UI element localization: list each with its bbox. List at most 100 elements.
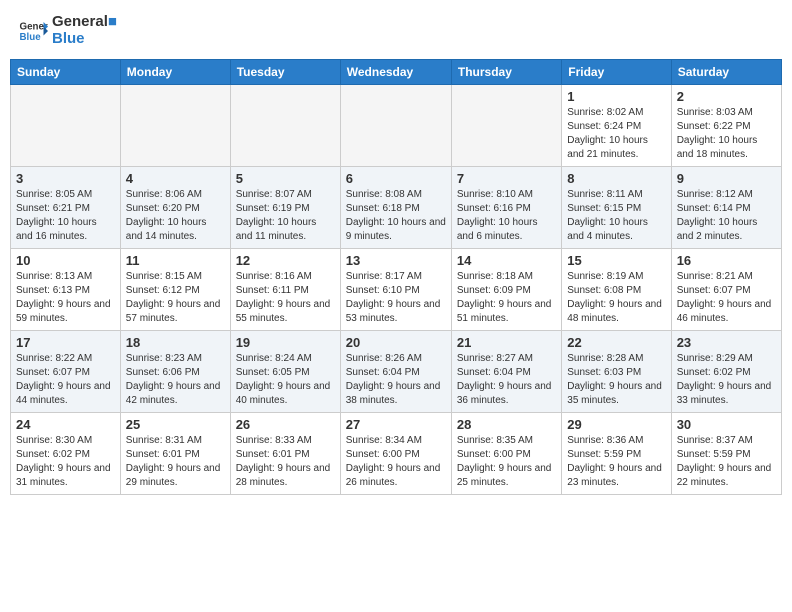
calendar-week-row: 17 Sunrise: 8:22 AMSunset: 6:07 PMDayligh… [11,331,782,413]
day-number: 11 [126,253,225,268]
day-info: Sunrise: 8:13 AMSunset: 6:13 PMDaylight:… [16,270,115,326]
calendar-cell: 30 Sunrise: 8:37 AMSunset: 5:59 PMDayligh… [671,413,781,495]
calendar-cell: 11 Sunrise: 8:15 AMSunset: 6:12 PMDayligh… [120,249,230,331]
day-number: 30 [677,417,776,432]
calendar-cell: 6 Sunrise: 8:08 AMSunset: 6:18 PMDaylight… [340,167,451,249]
day-number: 4 [126,171,225,186]
calendar-cell: 16 Sunrise: 8:21 AMSunset: 6:07 PMDayligh… [671,249,781,331]
logo: General Blue General■ Blue [18,14,117,47]
day-info: Sunrise: 8:34 AMSunset: 6:00 PMDaylight:… [346,434,446,490]
day-info: Sunrise: 8:12 AMSunset: 6:14 PMDaylight:… [677,188,776,244]
day-number: 3 [16,171,115,186]
day-info: Sunrise: 8:15 AMSunset: 6:12 PMDaylight:… [126,270,225,326]
day-info: Sunrise: 8:21 AMSunset: 6:07 PMDaylight:… [677,270,776,326]
day-number: 8 [567,171,665,186]
day-of-week-header: Monday [120,60,230,85]
day-number: 25 [126,417,225,432]
day-number: 15 [567,253,665,268]
day-info: Sunrise: 8:17 AMSunset: 6:10 PMDaylight:… [346,270,446,326]
day-info: Sunrise: 8:06 AMSunset: 6:20 PMDaylight:… [126,188,225,244]
calendar-cell [230,85,340,167]
day-number: 26 [236,417,335,432]
calendar-cell [120,85,230,167]
calendar-cell: 26Sunrise: 8:33 AMSunset: 6:01 PMDayligh… [230,413,340,495]
calendar-table: SundayMondayTuesdayWednesdayThursdayFrid… [10,59,782,495]
day-info: Sunrise: 8:37 AMSunset: 5:59 PMDaylight:… [677,434,776,490]
day-info: Sunrise: 8:16 AMSunset: 6:11 PMDaylight:… [236,270,335,326]
calendar-cell [11,85,121,167]
day-info: Sunrise: 8:28 AMSunset: 6:03 PMDaylight:… [567,352,665,408]
day-number: 19 [236,335,335,350]
calendar-cell: 23Sunrise: 8:29 AMSunset: 6:02 PMDayligh… [671,331,781,413]
day-of-week-header: Saturday [671,60,781,85]
calendar-cell: 17 Sunrise: 8:22 AMSunset: 6:07 PMDayligh… [11,331,121,413]
calendar-cell: 1 Sunrise: 8:02 AMSunset: 6:24 PMDaylight… [562,85,671,167]
day-info: Sunrise: 8:10 AMSunset: 6:16 PMDaylight:… [457,188,556,244]
day-info: Sunrise: 8:36 AMSunset: 5:59 PMDaylight:… [567,434,665,490]
day-info: Sunrise: 8:31 AMSunset: 6:01 PMDaylight:… [126,434,225,490]
day-info: Sunrise: 8:35 AMSunset: 6:00 PMDaylight:… [457,434,556,490]
calendar-week-row: 3Sunrise: 8:05 AMSunset: 6:21 PMDaylight… [11,167,782,249]
calendar-week-row: 1 Sunrise: 8:02 AMSunset: 6:24 PMDaylight… [11,85,782,167]
day-of-week-header: Thursday [451,60,561,85]
calendar-cell: 12Sunrise: 8:16 AMSunset: 6:11 PMDayligh… [230,249,340,331]
day-number: 21 [457,335,556,350]
day-number: 1 [567,89,665,104]
day-info: Sunrise: 8:24 AMSunset: 6:05 PMDaylight:… [236,352,335,408]
calendar-week-row: 24Sunrise: 8:30 AMSunset: 6:02 PMDayligh… [11,413,782,495]
calendar-cell: 14Sunrise: 8:18 AMSunset: 6:09 PMDayligh… [451,249,561,331]
calendar-cell: 22 Sunrise: 8:28 AMSunset: 6:03 PMDayligh… [562,331,671,413]
day-number: 13 [346,253,446,268]
day-info: Sunrise: 8:07 AMSunset: 6:19 PMDaylight:… [236,188,335,244]
calendar-cell: 28 Sunrise: 8:35 AMSunset: 6:00 PMDayligh… [451,413,561,495]
day-info: Sunrise: 8:26 AMSunset: 6:04 PMDaylight:… [346,352,446,408]
calendar-cell: 7 Sunrise: 8:10 AMSunset: 6:16 PMDaylight… [451,167,561,249]
calendar-cell: 2 Sunrise: 8:03 AMSunset: 6:22 PMDaylight… [671,85,781,167]
day-number: 10 [16,253,115,268]
calendar-cell: 25 Sunrise: 8:31 AMSunset: 6:01 PMDayligh… [120,413,230,495]
calendar-cell: 15Sunrise: 8:19 AMSunset: 6:08 PMDayligh… [562,249,671,331]
day-of-week-header: Friday [562,60,671,85]
day-number: 17 [16,335,115,350]
calendar-cell: 20 Sunrise: 8:26 AMSunset: 6:04 PMDayligh… [340,331,451,413]
calendar-header-row: SundayMondayTuesdayWednesdayThursdayFrid… [11,60,782,85]
day-number: 18 [126,335,225,350]
day-number: 28 [457,417,556,432]
day-number: 27 [346,417,446,432]
day-info: Sunrise: 8:02 AMSunset: 6:24 PMDaylight:… [567,106,665,162]
day-number: 24 [16,417,115,432]
calendar-cell: 29 Sunrise: 8:36 AMSunset: 5:59 PMDayligh… [562,413,671,495]
day-info: Sunrise: 8:08 AMSunset: 6:18 PMDaylight:… [346,188,446,244]
day-number: 9 [677,171,776,186]
day-number: 14 [457,253,556,268]
day-of-week-header: Wednesday [340,60,451,85]
calendar-cell: 4 Sunrise: 8:06 AMSunset: 6:20 PMDaylight… [120,167,230,249]
day-info: Sunrise: 8:29 AMSunset: 6:02 PMDaylight:… [677,352,776,408]
calendar-cell [340,85,451,167]
logo-icon: General Blue [18,16,48,46]
calendar-cell: 13 Sunrise: 8:17 AMSunset: 6:10 PMDayligh… [340,249,451,331]
calendar-cell: 5 Sunrise: 8:07 AMSunset: 6:19 PMDaylight… [230,167,340,249]
day-number: 5 [236,171,335,186]
page-header: General Blue General■ Blue [10,10,782,51]
day-info: Sunrise: 8:23 AMSunset: 6:06 PMDaylight:… [126,352,225,408]
day-number: 2 [677,89,776,104]
day-number: 7 [457,171,556,186]
day-info: Sunrise: 8:22 AMSunset: 6:07 PMDaylight:… [16,352,115,408]
day-info: Sunrise: 8:27 AMSunset: 6:04 PMDaylight:… [457,352,556,408]
calendar-week-row: 10 Sunrise: 8:13 AMSunset: 6:13 PMDayligh… [11,249,782,331]
day-number: 6 [346,171,446,186]
day-info: Sunrise: 8:11 AMSunset: 6:15 PMDaylight:… [567,188,665,244]
day-of-week-header: Tuesday [230,60,340,85]
day-number: 29 [567,417,665,432]
calendar-cell [451,85,561,167]
day-number: 22 [567,335,665,350]
calendar-cell: 8 Sunrise: 8:11 AMSunset: 6:15 PMDaylight… [562,167,671,249]
calendar-cell: 9 Sunrise: 8:12 AMSunset: 6:14 PMDaylight… [671,167,781,249]
day-of-week-header: Sunday [11,60,121,85]
day-number: 16 [677,253,776,268]
day-number: 20 [346,335,446,350]
svg-text:Blue: Blue [20,32,42,43]
calendar-cell: 3Sunrise: 8:05 AMSunset: 6:21 PMDaylight… [11,167,121,249]
day-info: Sunrise: 8:03 AMSunset: 6:22 PMDaylight:… [677,106,776,162]
